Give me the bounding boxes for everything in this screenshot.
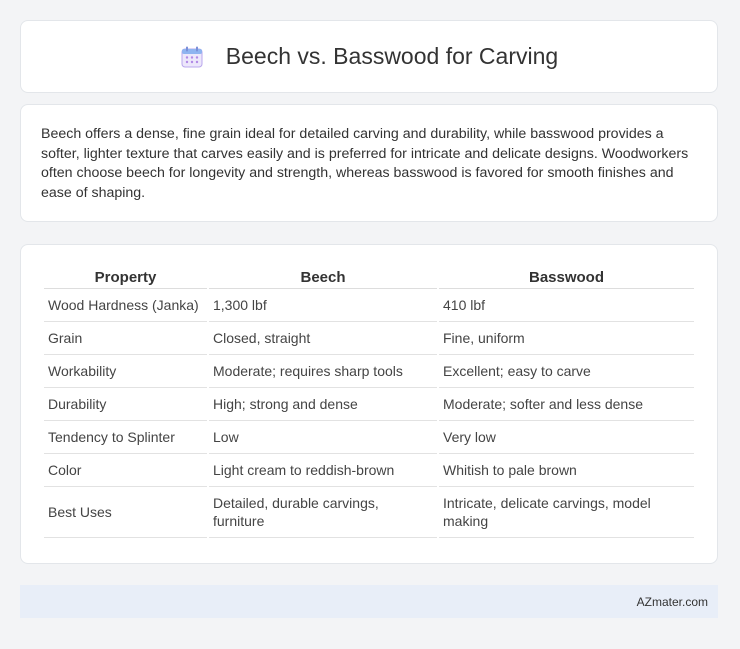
basswood-cell: Excellent; easy to carve bbox=[439, 355, 694, 388]
beech-cell: High; strong and dense bbox=[209, 388, 437, 421]
table-row: Wood Hardness (Janka) 1,300 lbf 410 lbf bbox=[44, 289, 694, 322]
intro-text: Beech offers a dense, fine grain ideal f… bbox=[41, 126, 689, 201]
property-cell: Wood Hardness (Janka) bbox=[44, 289, 207, 322]
beech-cell: Light cream to reddish-brown bbox=[209, 454, 437, 487]
basswood-cell: Moderate; softer and less dense bbox=[439, 388, 694, 421]
footer: AZmater.com bbox=[20, 585, 718, 618]
footer-site-label: AZmater.com bbox=[636, 594, 708, 609]
beech-cell: Low bbox=[209, 421, 437, 454]
table-row: Workability Moderate; requires sharp too… bbox=[44, 355, 694, 388]
table-row: Grain Closed, straight Fine, uniform bbox=[44, 322, 694, 355]
basswood-cell: Very low bbox=[439, 421, 694, 454]
page-title: Beech vs. Basswood for Carving bbox=[225, 43, 559, 69]
property-cell: Workability bbox=[44, 355, 207, 388]
property-cell: Best Uses bbox=[44, 487, 207, 538]
beech-cell: 1,300 lbf bbox=[209, 289, 437, 322]
table-header-row: Property Beech Basswood bbox=[44, 263, 694, 289]
column-header-beech: Beech bbox=[209, 263, 437, 289]
property-cell: Tendency to Splinter bbox=[44, 421, 207, 454]
property-cell: Grain bbox=[44, 322, 207, 355]
table-row: Color Light cream to reddish-brown Whiti… bbox=[44, 454, 694, 487]
beech-cell: Moderate; requires sharp tools bbox=[209, 355, 437, 388]
column-header-property: Property bbox=[44, 263, 207, 289]
table-row: Durability High; strong and dense Modera… bbox=[44, 388, 694, 421]
column-header-basswood: Basswood bbox=[439, 263, 694, 289]
property-cell: Color bbox=[44, 454, 207, 487]
basswood-cell: Fine, uniform bbox=[439, 322, 694, 355]
beech-cell: Closed, straight bbox=[209, 322, 437, 355]
basswood-cell: 410 lbf bbox=[439, 289, 694, 322]
basswood-cell: Whitish to pale brown bbox=[439, 454, 694, 487]
calendar-icon bbox=[181, 46, 203, 67]
table-row: Best Uses Detailed, durable carvings, fu… bbox=[44, 487, 694, 538]
property-cell: Durability bbox=[44, 388, 207, 421]
table-row: Tendency to Splinter Low Very low bbox=[44, 421, 694, 454]
title-card: Beech vs. Basswood for Carving bbox=[20, 20, 718, 93]
intro-card: Beech offers a dense, fine grain ideal f… bbox=[20, 104, 718, 222]
comparison-card: Property Beech Basswood Wood Hardness (J… bbox=[20, 244, 718, 564]
basswood-cell: Intricate, delicate carvings, model maki… bbox=[439, 487, 694, 538]
beech-cell: Detailed, durable carvings, furniture bbox=[209, 487, 437, 538]
comparison-table: Property Beech Basswood Wood Hardness (J… bbox=[42, 263, 696, 538]
